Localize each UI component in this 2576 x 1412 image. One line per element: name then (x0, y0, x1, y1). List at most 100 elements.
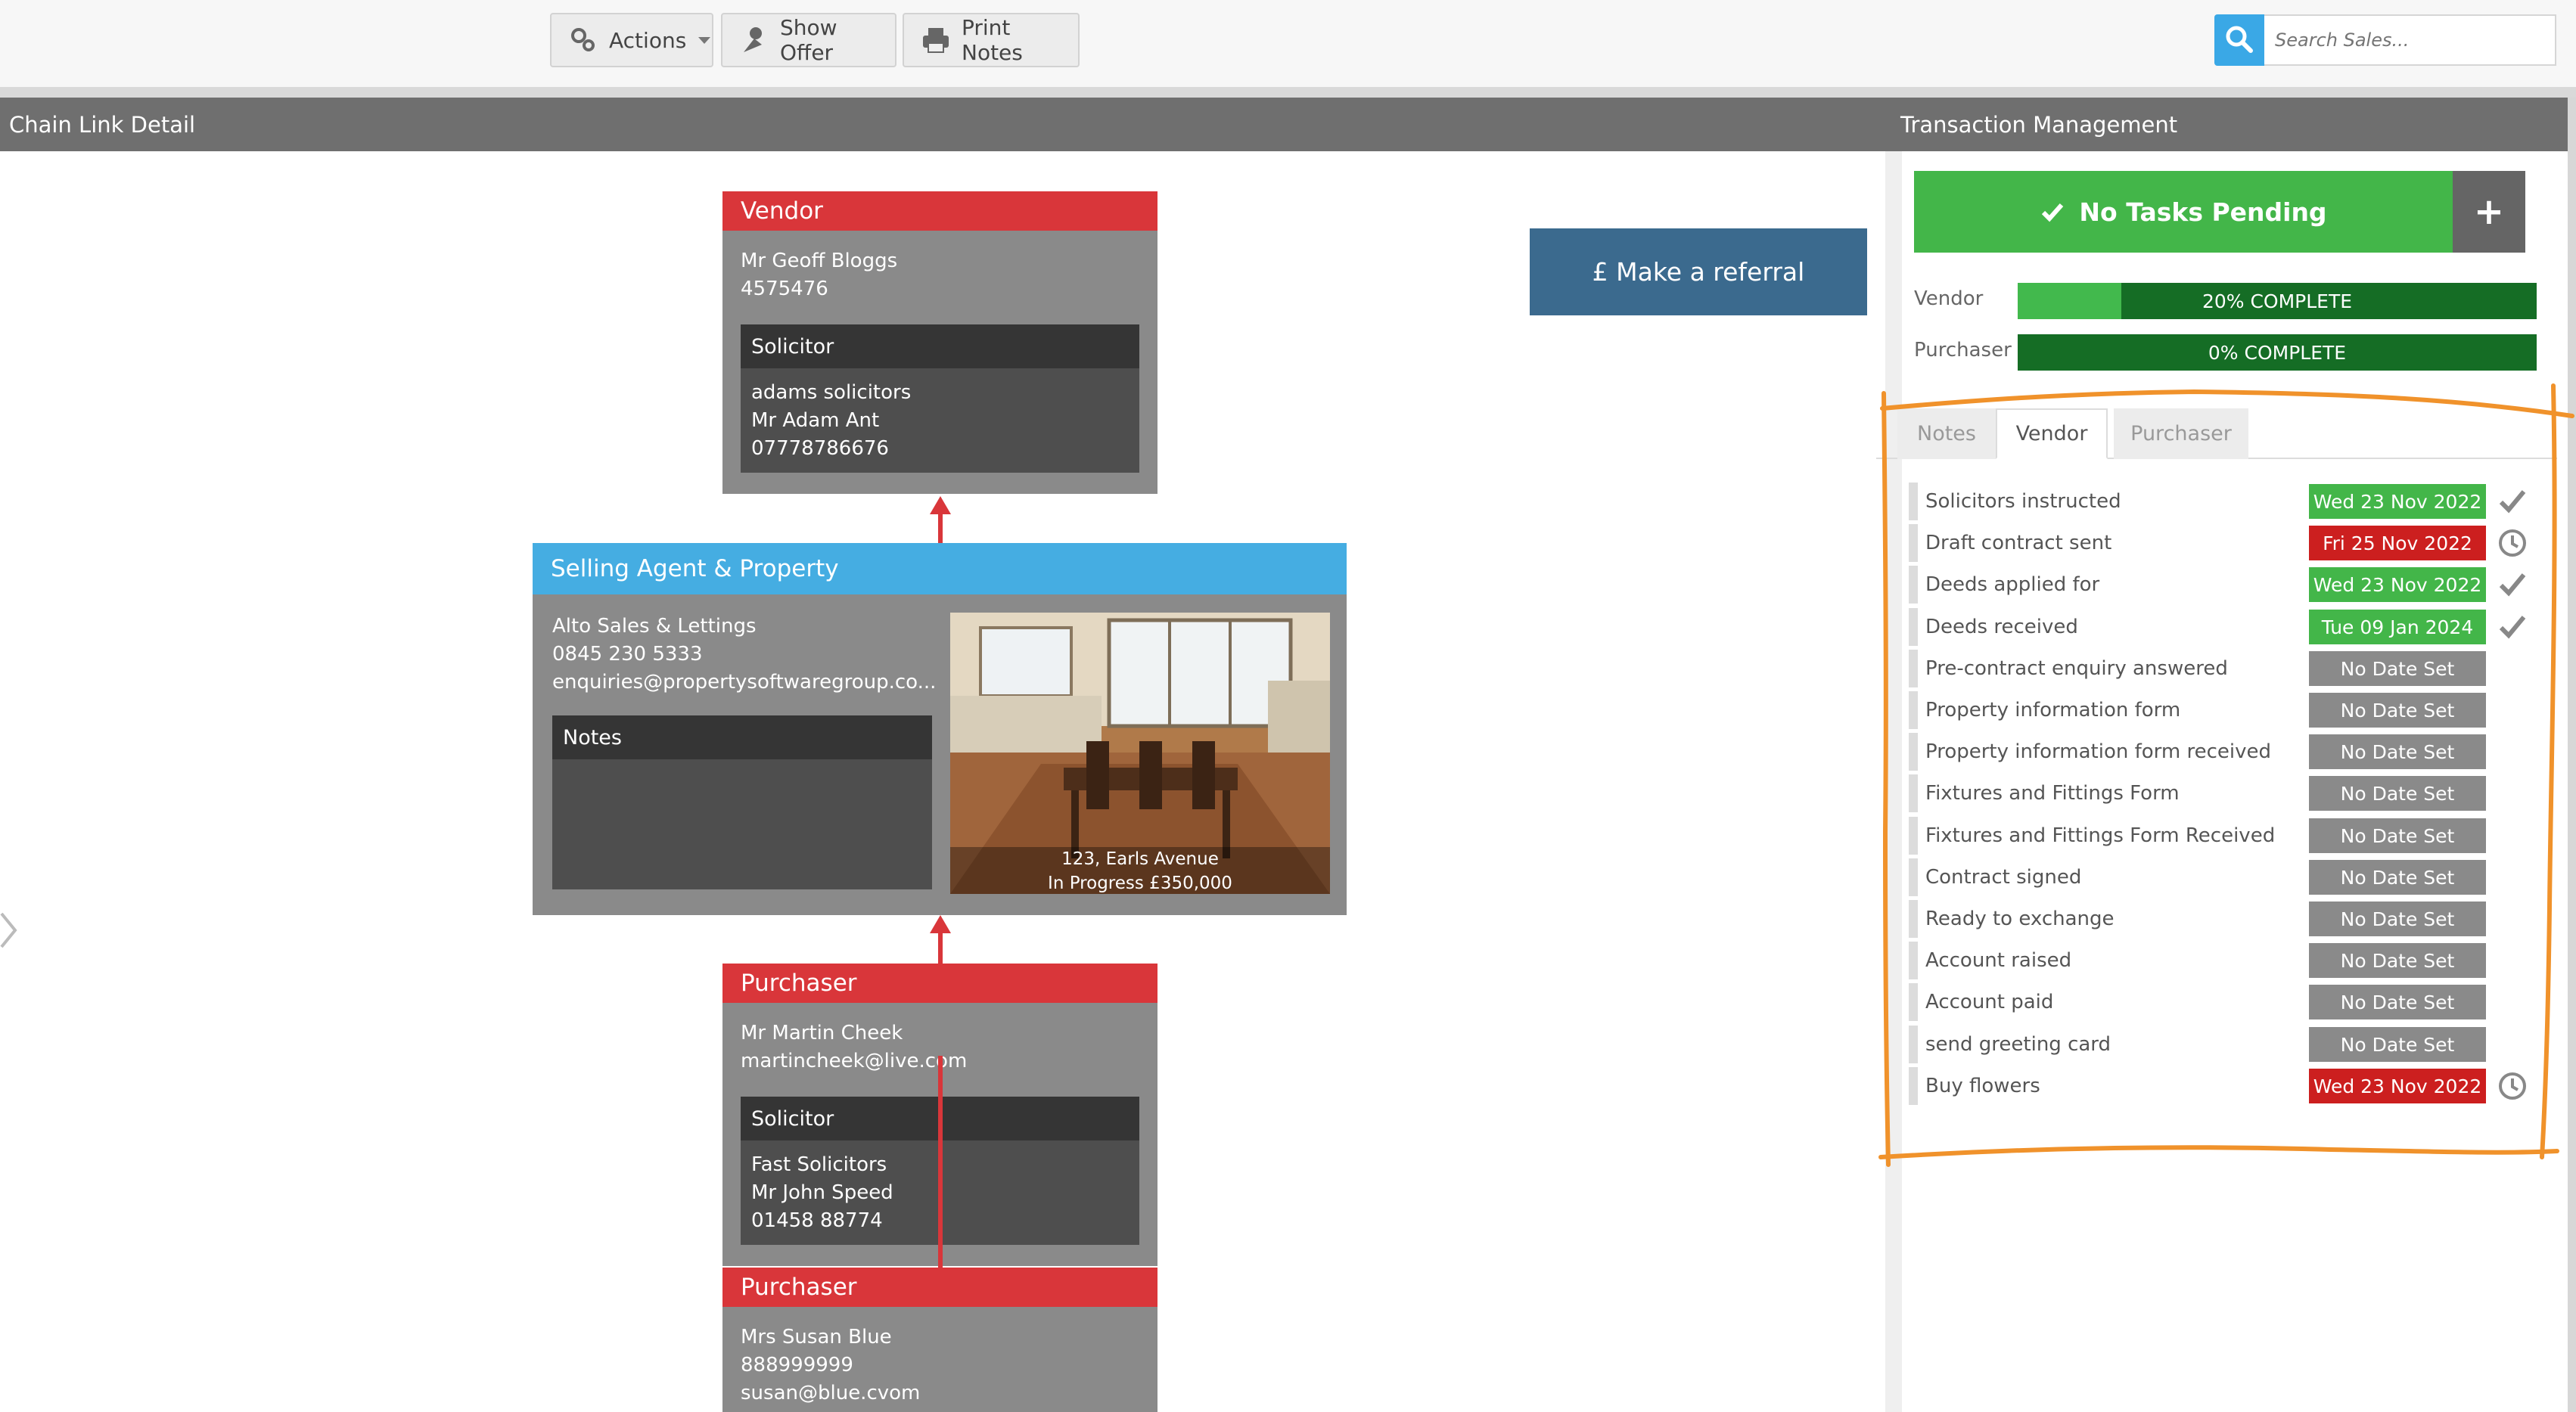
purchaser-2-email[interactable]: susan@blue.cvom (741, 1379, 1139, 1407)
transaction-management-header: Transaction Management (1885, 98, 2568, 151)
agent-phone: 0845 230 5333 (552, 643, 703, 666)
search-input[interactable] (2264, 14, 2556, 66)
print-notes-label: Print Notes (962, 15, 1023, 65)
print-notes-button[interactable]: Print Notes (903, 13, 1080, 67)
milestone-date-button[interactable]: Tue 09 Jan 2024 (2309, 610, 2486, 644)
chain-connector (938, 1056, 943, 1268)
clock-icon[interactable] (2497, 1070, 2528, 1102)
vendor-name: Mr Geoff Bloggs (741, 250, 898, 272)
milestone-label: Account raised (1925, 949, 2072, 972)
milestone-row-marker (1909, 900, 1918, 938)
milestone-date-button[interactable]: No Date Set (2309, 860, 2486, 895)
tasks-pending-button[interactable]: No Tasks Pending (1914, 171, 2453, 253)
milestone-row-marker (1909, 566, 1918, 604)
checkmark-icon[interactable] (2497, 611, 2528, 643)
milestone-row-marker (1909, 1026, 1918, 1063)
vendor-solicitor-box: Solicitor adams solicitors Mr Adam Ant 0… (741, 324, 1139, 473)
milestone-row-marker (1909, 483, 1918, 520)
vendor-progress-label: Vendor (1914, 287, 1984, 310)
purchaser-card-title: Purchaser (722, 964, 1157, 1003)
vendor-solicitor-title: Solicitor (741, 324, 1139, 368)
actions-button[interactable]: Actions (550, 13, 713, 67)
chevron-down-icon (698, 36, 711, 44)
milestone-date-button[interactable]: Wed 23 Nov 2022 (2309, 484, 2486, 519)
gears-icon (568, 25, 598, 55)
person-icon (739, 25, 769, 55)
scrollbar[interactable] (2568, 98, 2576, 1412)
milestone-label: Property information form received (1925, 740, 2272, 763)
property-status: In Progress £350,000 (1048, 874, 1232, 893)
purchaser-progress-label: Purchaser (1914, 339, 2012, 362)
agent-property-card[interactable]: Selling Agent & Property Alto Sales & Le… (533, 543, 1347, 915)
milestone-row-marker (1909, 524, 1918, 562)
milestone-date-button[interactable]: No Date Set (2309, 943, 2486, 978)
clock-icon[interactable] (2497, 527, 2528, 559)
milestone-date-button[interactable]: No Date Set (2309, 985, 2486, 1019)
panel-divider[interactable] (1885, 151, 1902, 1412)
milestone-row-marker (1909, 608, 1918, 646)
milestone-date-button[interactable]: No Date Set (2309, 734, 2486, 769)
property-photo[interactable]: 123, Earls Avenue In Progress £350,000 (950, 613, 1330, 894)
milestone-label: Pre-contract enquiry answered (1925, 657, 2228, 680)
make-referral-button[interactable]: £ Make a referral (1530, 228, 1867, 315)
milestone-label: Account paid (1925, 991, 2054, 1013)
vendor-progress-bar: 20% COMPLETE (2018, 283, 2537, 319)
printer-icon (921, 25, 951, 55)
vendor-progress-text: 20% COMPLETE (2202, 290, 2353, 312)
chevron-right-icon[interactable] (0, 908, 21, 953)
vendor-solicitor-firm: adams solicitors (751, 381, 912, 404)
tasks-pending-label: No Tasks Pending (2079, 197, 2327, 227)
milestone-row-marker (1909, 691, 1918, 729)
milestone-date-button[interactable]: Fri 25 Nov 2022 (2309, 526, 2486, 560)
search-button[interactable] (2214, 14, 2264, 66)
agent-card-title: Selling Agent & Property (533, 543, 1347, 594)
show-offer-label: Show Offer (780, 15, 837, 65)
checkmark-icon[interactable] (2497, 486, 2528, 517)
milestone-date-button[interactable]: No Date Set (2309, 651, 2486, 686)
milestone-date-button[interactable]: No Date Set (2309, 776, 2486, 811)
vendor-id: 4575476 (741, 278, 828, 300)
milestone-label: Fixtures and Fittings Form Received (1925, 824, 2276, 847)
agent-notes-title: Notes (552, 715, 932, 759)
vendor-card-title: Vendor (722, 191, 1157, 231)
actions-label: Actions (609, 27, 687, 53)
purchaser-name: Mr Martin Cheek (741, 1022, 903, 1044)
tab-vendor[interactable]: Vendor (1996, 408, 2108, 459)
milestone-date-button[interactable]: No Date Set (2309, 1027, 2486, 1062)
property-address: 123, Earls Avenue (1061, 849, 1219, 869)
milestone-label: Buy flowers (1925, 1075, 2040, 1097)
arrow-up-icon (930, 915, 951, 933)
toolbar: Actions Show Offer Print Notes (0, 0, 2576, 87)
milestone-date-button[interactable]: No Date Set (2309, 902, 2486, 936)
agent-notes-body (552, 759, 932, 889)
milestone-row-marker (1909, 774, 1918, 812)
checkmark-icon[interactable] (2497, 569, 2528, 600)
tab-notes[interactable]: Notes (1897, 408, 1996, 459)
agent-email[interactable]: enquiries@propertysoftwaregroup.co... (552, 669, 936, 697)
purchaser-2-name: Mrs Susan Blue (741, 1326, 892, 1348)
milestone-row-marker (1909, 942, 1918, 979)
milestone-date-button[interactable]: No Date Set (2309, 818, 2486, 853)
checkmark-icon (2042, 203, 2064, 222)
milestone-row-marker (1909, 733, 1918, 771)
milestone-date-button[interactable]: Wed 23 Nov 2022 (2309, 567, 2486, 602)
milestone-date-button[interactable]: Wed 23 Nov 2022 (2309, 1069, 2486, 1103)
chain-link-detail-header: Chain Link Detail (0, 98, 1885, 151)
milestone-date-button[interactable]: No Date Set (2309, 693, 2486, 728)
milestone-row-marker (1909, 858, 1918, 896)
add-task-button[interactable]: + (2453, 171, 2525, 253)
milestone-row-marker (1909, 983, 1918, 1021)
show-offer-button[interactable]: Show Offer (721, 13, 896, 67)
milestone-label: Property information form (1925, 699, 2181, 722)
agent-company: Alto Sales & Lettings (552, 615, 757, 638)
arrow-up-icon (930, 496, 951, 514)
tab-purchaser[interactable]: Purchaser (2114, 408, 2248, 459)
toolbar-divider (0, 87, 2576, 98)
milestone-label: Deeds received (1925, 616, 2078, 638)
milestone-label: Draft contract sent (1925, 532, 2112, 554)
vendor-card[interactable]: Vendor Mr Geoff Bloggs 4575476 Solicitor… (722, 191, 1157, 494)
purchaser-progress-bar: 0% COMPLETE (2018, 334, 2537, 371)
purchaser-2-card-title: Purchaser (722, 1268, 1157, 1307)
purchaser-progress-text: 0% COMPLETE (2208, 341, 2347, 364)
purchaser-card-2[interactable]: Purchaser Mrs Susan Blue 888999999 susan… (722, 1268, 1157, 1412)
